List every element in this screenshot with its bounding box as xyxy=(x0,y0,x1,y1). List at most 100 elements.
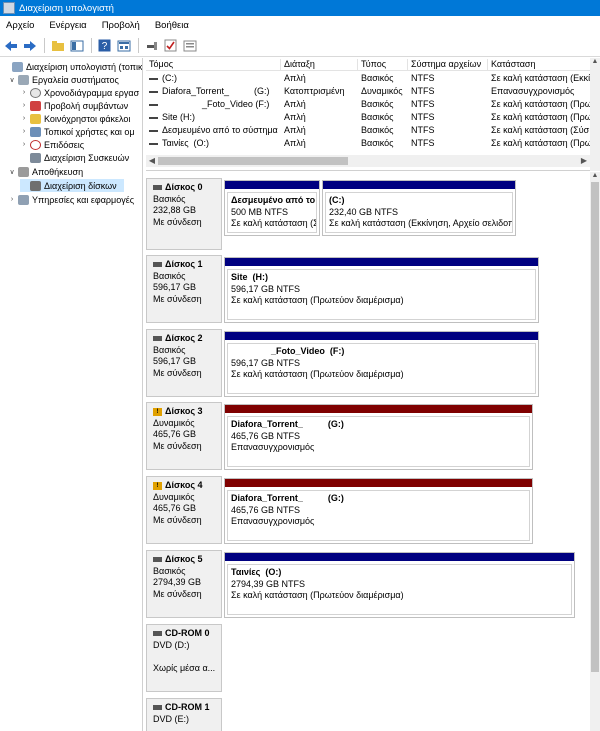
partition-block[interactable]: Ταινίες (O:) 2794,39 GB NTFS Σε καλή κατάσ… xyxy=(224,552,575,618)
scrollbar-thumb[interactable] xyxy=(158,157,348,165)
show-hide-tree-icon[interactable] xyxy=(68,37,85,54)
volume-row[interactable]: Site (H:) Απλή Βασικός NTFS Σε καλή κατάστασ… xyxy=(146,111,590,124)
disk-name: Δίσκος 5 xyxy=(153,554,221,566)
disk-type: Δυναμικός xyxy=(153,491,195,502)
volume-list-vertical-scrollbar[interactable]: ▲ xyxy=(590,58,600,171)
cdrom-icon xyxy=(153,705,162,711)
help-icon[interactable]: ? xyxy=(96,37,113,54)
cdrom-row: CD-ROM 0 DVD (D:) Χωρίς μέσα α... xyxy=(146,624,580,692)
disk-info-panel[interactable]: Δίσκος 2 Βασικός 596,17 GB Με σύνδεση xyxy=(146,329,222,397)
partition-block[interactable]: Diafora_Torrent_ (G:) 465,76 GB NTFS Επανα… xyxy=(224,478,533,544)
column-header-status[interactable]: Κατάσταση xyxy=(488,59,590,71)
disk-view-vertical-scrollbar[interactable]: ▲ xyxy=(590,172,600,731)
navigation-tree: Διαχείριση υπολογιστή (τοπικ ∨ Εργαλεία … xyxy=(0,58,143,731)
tree-item-disk-management[interactable]: Διαχείριση δίσκων xyxy=(20,179,124,192)
column-header-type[interactable]: Τύπος xyxy=(358,59,408,71)
tree-item-event-viewer[interactable]: › Προβολή συμβάντων xyxy=(20,99,128,112)
cell-text: Βασικός xyxy=(361,138,394,148)
volume-icon xyxy=(149,116,158,119)
scroll-right-icon[interactable]: ▶ xyxy=(578,155,590,167)
volume-row[interactable]: (C:) Απλή Βασικός NTFS Σε καλή κατάσταση (Εκ… xyxy=(146,72,590,85)
chevron-right-icon[interactable]: › xyxy=(20,128,28,135)
column-header-volume[interactable]: Τόμος xyxy=(146,59,281,71)
cell-volume-layout: Απλή xyxy=(281,125,358,137)
scroll-up-icon[interactable]: ▲ xyxy=(590,172,600,179)
chevron-right-icon[interactable]: › xyxy=(20,89,28,96)
tree-item-shared-folders[interactable]: › Κοινόχρηστοι φάκελοι xyxy=(20,112,130,125)
cell-volume-type: Βασικός xyxy=(358,138,408,150)
cdrom-name-label: CD-ROM 0 xyxy=(165,628,210,638)
disk-info-panel[interactable]: Δίσκος 0 Βασικός 232,88 GB Με σύνδεση xyxy=(146,178,222,250)
cdrom-info-panel[interactable]: CD-ROM 0 DVD (D:) Χωρίς μέσα α... xyxy=(146,624,222,692)
cell-text: Σε καλή κατάσταση (Πρω xyxy=(491,138,590,148)
disk-warning-icon: ! xyxy=(153,407,162,416)
settings-icon[interactable] xyxy=(181,37,198,54)
volume-list-horizontal-scrollbar[interactable]: ◀ ▶ xyxy=(146,155,590,167)
chevron-right-icon[interactable]: › xyxy=(20,102,28,109)
partition-block[interactable]: (C:) 232,40 GB NTFS Σε καλή κατάσταση (Εκκ… xyxy=(322,180,516,236)
cell-volume-layout: Κατοπτρισμένη xyxy=(281,86,358,98)
partition-block[interactable]: _Foto_Video (F:) 596,17 GB NTFS Σε καλή κα… xyxy=(224,331,539,397)
disk-info-panel[interactable]: Δίσκος 1 Βασικός 596,17 GB Με σύνδεση xyxy=(146,255,222,323)
partition-block[interactable]: Δεσμευμένο από το 500 MB NTFS Σε καλή κατά… xyxy=(224,180,320,236)
back-arrow-icon[interactable] xyxy=(2,37,19,54)
tree-item-local-users[interactable]: › Τοπικοί χρήστες και ομ xyxy=(20,125,135,138)
partition-color-bar xyxy=(225,181,319,189)
volume-row[interactable]: _Foto_Video (F:) Απλή Βασικός NTFS Σε καλή κ… xyxy=(146,98,590,111)
tree-item-system-tools[interactable]: ∨ Εργαλεία συστήματος xyxy=(8,73,119,86)
cell-text: NTFS xyxy=(411,99,435,109)
chevron-right-icon[interactable]: › xyxy=(20,141,28,148)
partition-name: _Foto_Video (F:) xyxy=(231,346,345,356)
cell-text: NTFS xyxy=(411,73,435,83)
chevron-right-icon[interactable]: › xyxy=(8,196,16,203)
partition-block[interactable]: Site (H:) 596,17 GB NTFS Σε καλή κατάσταση… xyxy=(224,257,539,323)
disk-info-panel[interactable]: ! Δίσκος 4 Δυναμικός 465,76 GB Με σύνδεση xyxy=(146,476,222,544)
cdrom-info-panel[interactable]: CD-ROM 1 DVD (E:) xyxy=(146,698,222,731)
disk-name-label: Δίσκος 2 xyxy=(165,333,203,343)
tree-item-device-manager[interactable]: Διαχείριση Συσκευών xyxy=(20,151,129,164)
disk-type: Βασικός xyxy=(153,270,186,281)
disk-name: ! Δίσκος 4 xyxy=(153,480,221,492)
menu-help[interactable]: Βοήθεια xyxy=(153,19,191,32)
menu-view[interactable]: Προβολή xyxy=(100,19,142,32)
volume-row[interactable]: Ταινίες (O:) Απλή Βασικός NTFS Σε καλή κατάσ… xyxy=(146,137,590,150)
disk-size: 232,88 GB xyxy=(153,205,197,215)
column-header-layout[interactable]: Διάταξη xyxy=(281,59,358,71)
cell-text: Diafora_Torrent_ (G:) xyxy=(162,86,270,96)
partition-size: 2794,39 GB NTFS xyxy=(231,578,306,589)
chevron-right-icon[interactable]: › xyxy=(20,115,28,122)
tree-item-performance[interactable]: › Επιδόσεις xyxy=(20,138,84,151)
scroll-left-icon[interactable]: ◀ xyxy=(146,155,158,167)
scrollbar-thumb[interactable] xyxy=(591,182,599,672)
cell-text: Σε καλή κατάσταση (Εκκί xyxy=(491,73,590,83)
cell-text: Απλή xyxy=(284,125,306,135)
cell-volume-status: Επανασυγχρονισμός xyxy=(488,86,590,98)
menu-action[interactable]: Ενέργεια xyxy=(47,19,88,32)
volume-row[interactable]: Diafora_Torrent_ (G:) Κατοπτρισμένη Δυναμι… xyxy=(146,85,590,98)
disk-name-label: Δίσκος 0 xyxy=(165,182,203,192)
menu-file[interactable]: Αρχείο xyxy=(4,19,36,32)
disk-icon xyxy=(153,336,162,342)
partition-block[interactable]: Diafora_Torrent_ (G:) 465,76 GB NTFS Επανα… xyxy=(224,404,533,470)
disk-info-panel[interactable]: Δίσκος 5 Βασικός 2794,39 GB Με σύνδεση xyxy=(146,550,222,618)
cell-volume-layout: Απλή xyxy=(281,138,358,150)
cdrom-status: Χωρίς μέσα α... xyxy=(153,663,216,673)
partition-size: 500 MB NTFS xyxy=(231,206,289,217)
properties-icon[interactable] xyxy=(115,37,132,54)
volume-row[interactable]: Δεσμευμένο από το σύστημα Απλή Βασικός NTFS… xyxy=(146,124,590,137)
tree-item-computer-management[interactable]: Διαχείριση υπολογιστή (τοπικ xyxy=(2,60,142,73)
chevron-down-icon[interactable]: ∨ xyxy=(8,76,16,84)
disk-info-panel[interactable]: ! Δίσκος 3 Δυναμικός 465,76 GB Με σύνδεση xyxy=(146,402,222,470)
tree-item-task-scheduler[interactable]: › Χρονοδιάγραμμα εργασ xyxy=(20,86,139,99)
column-header-file-system[interactable]: Σύστημα αρχείων xyxy=(408,59,488,71)
chevron-down-icon[interactable]: ∨ xyxy=(8,168,16,176)
forward-arrow-icon[interactable] xyxy=(21,37,38,54)
tree-item-services-applications[interactable]: › Υπηρεσίες και εφαρμογές xyxy=(8,193,134,206)
cell-volume-file-system: NTFS xyxy=(408,138,488,150)
connect-icon[interactable] xyxy=(143,37,160,54)
scroll-up-icon[interactable]: ▲ xyxy=(590,58,600,65)
up-folder-icon[interactable] xyxy=(49,37,66,54)
disk-name: Δίσκος 1 xyxy=(153,259,221,271)
tree-item-storage[interactable]: ∨ Αποθήκευση xyxy=(8,165,83,178)
check-icon[interactable] xyxy=(162,37,179,54)
